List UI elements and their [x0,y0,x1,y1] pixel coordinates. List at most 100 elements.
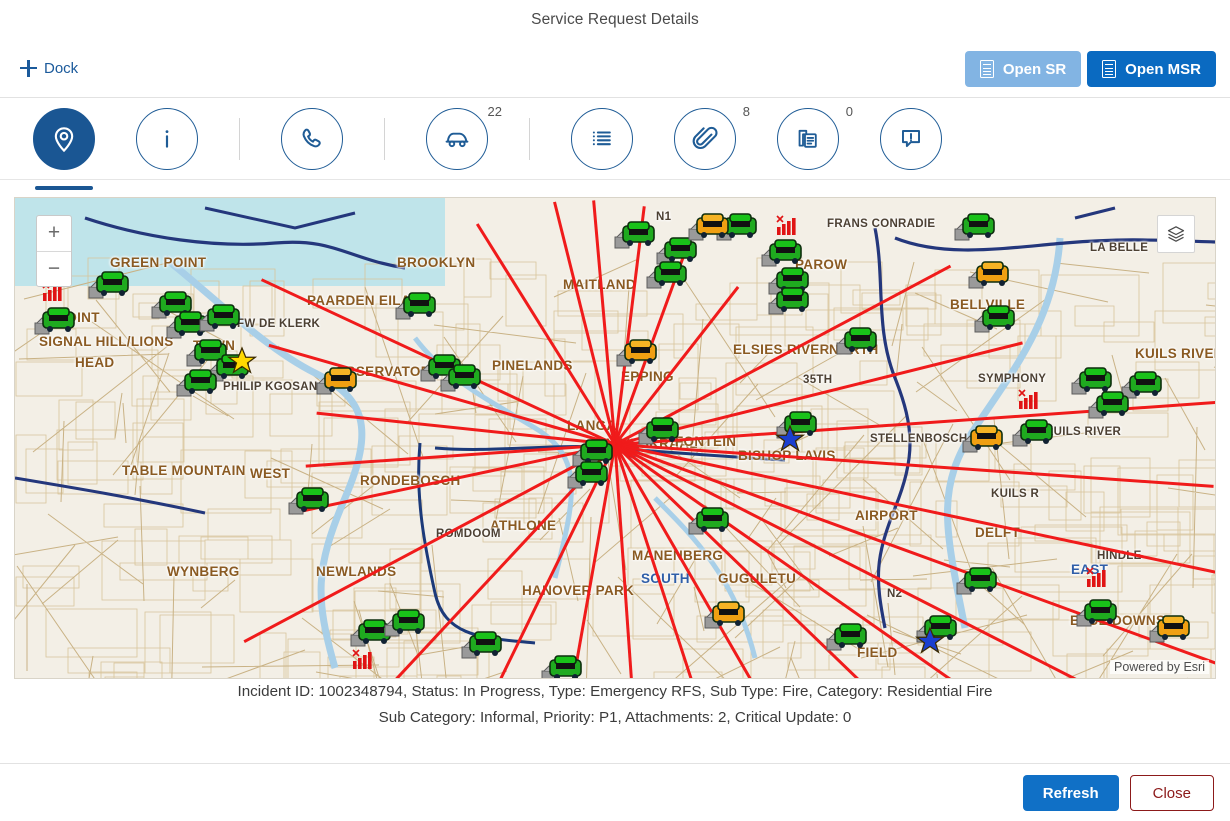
tab-contact[interactable] [281,107,343,170]
map-label: WYNBERG [167,564,240,579]
map-marker-vehicle-green[interactable] [198,303,242,333]
open-msr-label: Open MSR [1125,60,1201,78]
map-marker-vehicle-green[interactable] [835,326,879,356]
map-marker-vehicle-green[interactable] [1075,598,1119,628]
list-icon [571,107,633,170]
incident-details: Incident ID: 1002348794, Status: In Prog… [0,679,1230,731]
map-label: FRANS CONRADIE [827,218,936,230]
map-marker-vehicle-green[interactable] [540,654,584,678]
incident-map[interactable]: GREEN POINTBROOKLYNMAITLANDN1FRANS CONRA… [14,197,1216,679]
map-marker-vehicle-green[interactable] [953,212,997,242]
tab-separator [384,117,385,160]
map-label: FW DE KLERK [237,318,321,330]
tab-alerts[interactable] [880,107,942,170]
dock-label: Dock [44,60,79,77]
incident-details-line-2: Sub Category: Informal, Priority: P1, At… [378,709,852,726]
map-basemap: GREEN POINTBROOKLYNMAITLANDN1FRANS CONRA… [15,198,1215,678]
map-marker-signal-bars[interactable] [351,648,375,675]
map-marker-vehicle-green[interactable] [439,363,483,393]
map-zoom-controls[interactable]: + − [36,215,72,287]
map-marker-vehicle-orange[interactable] [315,366,359,396]
map-label: STELLENBOSCH [870,433,968,445]
tab-documents[interactable]: 0 [777,104,853,170]
map-label: N1 [656,211,672,223]
map-label: SOUTH [641,571,690,586]
tab-vehicles[interactable]: 22 [426,104,502,170]
header-buttons: Open SR Open MSR [964,51,1216,87]
map-label: BROOKLYN [397,255,476,270]
map-marker-vehicle-orange[interactable] [1148,614,1192,644]
map-marker-vehicle-orange[interactable] [703,600,747,630]
map-marker-vehicle-green[interactable] [1011,418,1055,448]
window-title-bar: Service Request Details [0,0,1230,40]
tab-strip: 22 8 0 [0,98,1230,190]
map-label: SYMPHONY [978,373,1047,385]
map-label: LA BELLE [1090,242,1149,254]
open-msr-button[interactable]: Open MSR [1087,51,1216,87]
map-marker-vehicle-green[interactable] [287,486,331,516]
map-label: WEST [250,466,291,481]
map-marker-star-yellow[interactable] [226,346,258,381]
tab-badge-attachments: 8 [742,103,750,119]
tab-separator [239,117,240,160]
document-icon [979,60,994,78]
map-marker-vehicle-green[interactable] [645,260,689,290]
map-marker-vehicle-orange[interactable] [615,338,659,368]
map-label: HEAD [75,355,115,370]
service-request-details-window: Service Request Details Dock Open SR Ope… [0,0,1230,821]
close-button[interactable]: Close [1129,775,1214,811]
map-label: KUILS R [991,488,1040,500]
map-marker-vehicle-green[interactable] [33,306,77,336]
map-marker-star-blue[interactable] [914,626,946,661]
action-bar: Dock Open SR Open MSR [0,40,1230,98]
tab-badge-vehicles: 22 [487,103,502,119]
tab-badge-documents: 0 [845,103,853,119]
map-marker-vehicle-green[interactable] [955,566,999,596]
tab-information[interactable] [136,107,198,170]
map-label: AIRPORT [855,508,918,523]
layers-icon [1167,226,1185,242]
map-marker-vehicle-green[interactable] [637,416,681,446]
tab-attachments[interactable]: 8 [674,104,750,170]
map-marker-vehicle-orange[interactable] [961,424,1005,454]
map-marker-vehicle-green[interactable] [383,608,427,638]
tab-activities[interactable] [571,107,633,170]
map-marker-vehicle-green[interactable] [394,291,438,321]
map-marker-vehicle-green[interactable] [566,460,610,490]
map-label: KUILS RIVER [1045,426,1122,438]
incident-details-line-1: Incident ID: 1002348794, Status: In Prog… [237,683,993,700]
map-marker-vehicle-green[interactable] [687,506,731,536]
tab-location[interactable] [33,107,95,190]
map-marker-vehicle-green[interactable] [973,304,1017,334]
open-sr-button[interactable]: Open SR [964,51,1082,87]
map-marker-vehicle-green[interactable] [175,368,219,398]
map-marker-signal-bars[interactable] [775,214,799,241]
open-sr-label: Open SR [1002,60,1067,78]
map-layers-button[interactable] [1157,215,1195,253]
document-copy-icon [777,107,839,170]
car-icon [426,107,488,170]
map-marker-signal-bars[interactable] [1017,388,1041,415]
map-marker-vehicle-green[interactable] [825,622,869,652]
phone-icon [281,107,343,170]
map-marker-vehicle-green[interactable] [613,220,657,250]
zoom-in-button[interactable]: + [37,216,71,252]
map-marker-vehicle-green[interactable] [767,286,811,316]
dock-button[interactable]: Dock [14,56,84,81]
map-marker-vehicle-green[interactable] [87,270,131,300]
map-marker-vehicle-green[interactable] [1087,390,1131,420]
map-marker-vehicle-green[interactable] [760,238,804,268]
document-icon [1102,60,1117,78]
map-marker-vehicle-orange[interactable] [967,260,1011,290]
refresh-button[interactable]: Refresh [1022,775,1119,811]
map-marker-vehicle-orange[interactable] [687,212,731,242]
map-marker-vehicle-green[interactable] [460,630,504,660]
map-marker-signal-bars[interactable] [1085,566,1109,593]
map-marker-star-blue[interactable] [774,424,806,459]
map-label: GREEN POINT [110,255,207,270]
zoom-out-button[interactable]: − [37,252,71,287]
map-label: 35TH [803,374,833,386]
info-icon [136,107,198,170]
map-pin-icon [33,107,95,170]
map-attribution: Powered by Esri [1109,660,1209,674]
